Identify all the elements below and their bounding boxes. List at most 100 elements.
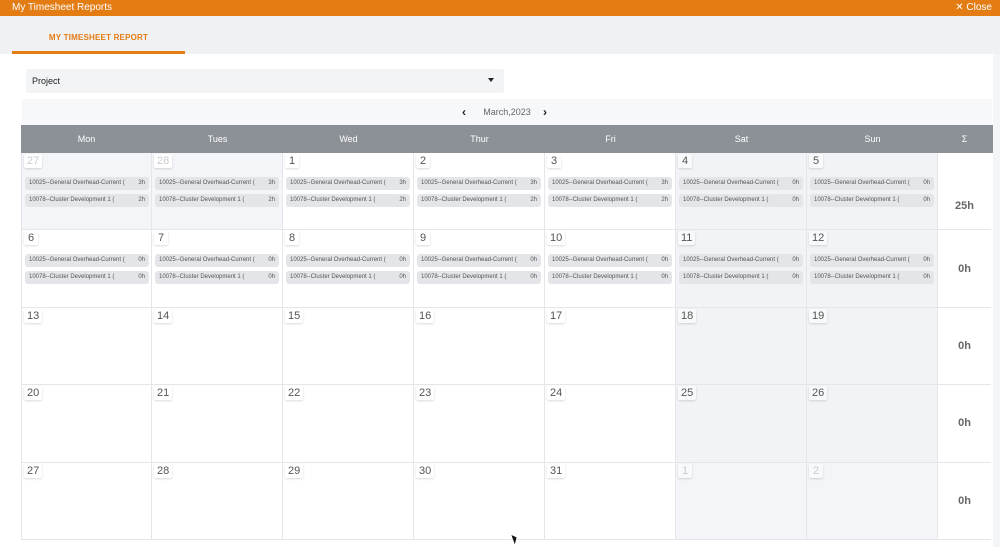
calendar-day-cell[interactable]: 31 (545, 462, 676, 540)
timesheet-entry[interactable]: 10078--Cluster Development 1 (0h (810, 194, 934, 207)
day-number: 12 (809, 231, 828, 246)
timesheet-entry[interactable]: 10025--General Overhead-Current (0h (810, 254, 934, 268)
timesheet-entry[interactable]: 10025--General Overhead-Current (0h (679, 177, 803, 190)
calendar-day-cell[interactable]: 30 (414, 462, 545, 540)
timesheet-entry[interactable]: 10025--General Overhead-Current (0h (155, 254, 279, 268)
timesheet-entry[interactable]: 10025--General Overhead-Current (0h (548, 254, 672, 268)
calendar-day-cell[interactable]: 14 (152, 307, 283, 386)
entry-project-label: 10025--General Overhead-Current ( (421, 180, 517, 186)
entry-hours: 0h (792, 274, 799, 281)
timesheet-entry[interactable]: 10025--General Overhead-Current (0h (417, 254, 541, 268)
calendar-day-cell[interactable]: 18 (676, 307, 807, 386)
entry-project-label: 10025--General Overhead-Current ( (683, 180, 779, 186)
calendar-day-cell[interactable]: 2 (807, 462, 938, 540)
entry-project-label: 10078--Cluster Development 1 ( (159, 274, 245, 281)
day-number: 5 (809, 154, 823, 168)
entry-hours: 0h (399, 257, 406, 264)
calendar-day-cell[interactable]: 25 (676, 385, 807, 463)
timesheet-entry[interactable]: 10078--Cluster Development 1 (2h (417, 194, 541, 207)
calendar-day-cell[interactable]: 7 10025--General Overhead-Current (0h 1007… (152, 230, 283, 308)
calendar-day-cell[interactable]: 27 (21, 462, 152, 540)
calendar-day-cell[interactable]: 22 (283, 385, 414, 463)
timesheet-entry[interactable]: 10078--Cluster Development 1 (2h (25, 194, 149, 207)
calendar-day-cell[interactable]: 23 (414, 385, 545, 463)
week-total: 25h (938, 153, 991, 231)
calendar-day-cell[interactable]: 29 (283, 462, 414, 540)
calendar-day-cell[interactable]: 1 10025--General Overhead-Current (3h 1007… (283, 153, 414, 231)
calendar-day-cell[interactable]: 28 (152, 462, 283, 540)
calendar-day-cell[interactable]: 13 (21, 307, 152, 386)
calendar-day-cell[interactable]: 2 10025--General Overhead-Current (3h 1007… (414, 153, 545, 231)
calendar-day-cell[interactable]: 5 10025--General Overhead-Current (0h 1007… (807, 153, 938, 231)
calendar-day-cell[interactable]: 21 (152, 385, 283, 463)
entry-project-label: 10025--General Overhead-Current ( (29, 257, 125, 264)
day-number: 28 (154, 463, 173, 478)
chevron-left-icon[interactable]: ‹ (462, 99, 466, 125)
timesheet-entry[interactable]: 10078--Cluster Development 1 (0h (417, 271, 541, 285)
calendar-day-cell[interactable]: 15 (283, 307, 414, 386)
calendar-day-cell[interactable]: 1 (676, 462, 807, 540)
weekday-header: Mon (77, 134, 96, 144)
day-number: 6 (24, 231, 38, 246)
calendar-day-cell[interactable]: 24 (545, 385, 676, 463)
timesheet-entry[interactable]: 10078--Cluster Development 1 (0h (548, 271, 672, 285)
calendar-day-cell[interactable]: 12 10025--General Overhead-Current (0h 100… (807, 230, 938, 308)
day-number: 21 (154, 386, 173, 401)
calendar-day-cell[interactable]: 11 10025--General Overhead-Current (0h 100… (676, 230, 807, 308)
calendar-day-cell[interactable]: 27 10025--General Overhead-Current (3h 100… (21, 153, 152, 231)
scrollbar-track[interactable] (993, 54, 1000, 547)
close-button[interactable]: ✕ Close (955, 0, 992, 16)
timesheet-entry[interactable]: 10025--General Overhead-Current (3h (286, 177, 410, 190)
calendar-week-row: 27 28 29 30 31 1 2 0h (21, 462, 993, 540)
calendar-day-cell[interactable]: 20 (21, 385, 152, 463)
calendar-day-cell[interactable]: 17 (545, 307, 676, 386)
timesheet-entry[interactable]: 10078--Cluster Development 1 (2h (155, 194, 279, 207)
timesheet-entry[interactable]: 10078--Cluster Development 1 (2h (286, 194, 410, 207)
day-number: 31 (547, 463, 566, 478)
timesheet-entry[interactable]: 10025--General Overhead-Current (0h (286, 254, 410, 268)
timesheet-entry[interactable]: 10078--Cluster Development 1 (0h (810, 271, 934, 285)
timesheet-entry[interactable]: 10025--General Overhead-Current (3h (25, 177, 149, 190)
calendar-day-cell[interactable]: 8 10025--General Overhead-Current (0h 1007… (283, 230, 414, 308)
project-select[interactable]: Project (26, 69, 504, 93)
timesheet-entry[interactable]: 10078--Cluster Development 1 (0h (25, 271, 149, 285)
calendar-day-cell[interactable]: 26 (807, 385, 938, 463)
timesheet-entry[interactable]: 10078--Cluster Development 1 (0h (679, 271, 803, 285)
timesheet-entry[interactable]: 10025--General Overhead-Current (0h (810, 177, 934, 190)
sum-header: Σ (961, 134, 968, 144)
entry-project-label: 10025--General Overhead-Current ( (290, 180, 386, 186)
day-number: 1 (285, 154, 299, 168)
entry-hours: 0h (792, 257, 799, 264)
day-number: 4 (678, 154, 692, 168)
timesheet-entry[interactable]: 10025--General Overhead-Current ( 3h (155, 177, 279, 190)
day-number: 29 (285, 463, 304, 478)
entry-project-label: 10078--Cluster Development 1 ( (290, 274, 376, 281)
timesheet-entry[interactable]: 10078--Cluster Development 1 (0h (679, 194, 803, 207)
timesheet-entry[interactable]: 10025--General Overhead-Current (0h (679, 254, 803, 268)
timesheet-entry[interactable]: 10025--General Overhead-Current (3h (548, 177, 672, 190)
calendar-day-cell[interactable]: 10 10025--General Overhead-Current (0h 100… (545, 230, 676, 308)
timesheet-entry[interactable]: 10078--Cluster Development 1 (0h (155, 271, 279, 285)
entry-project-label: 10025--General Overhead-Current ( (159, 180, 255, 186)
calendar-day-cell[interactable]: 16 (414, 307, 545, 386)
window-titlebar: My Timesheet Reports ✕ Close (0, 0, 1000, 16)
calendar-day-cell[interactable]: 3 10025--General Overhead-Current (3h 1007… (545, 153, 676, 231)
day-number: 8 (285, 231, 299, 246)
entry-project-label: 10078--Cluster Development 1 ( (159, 197, 245, 203)
calendar-day-cell[interactable]: 4 10025--General Overhead-Current (0h 1007… (676, 153, 807, 231)
calendar-day-cell[interactable]: 6 10025--General Overhead-Current (0h 1007… (21, 230, 152, 308)
timesheet-entry[interactable]: 10078--Cluster Development 1 (0h (286, 271, 410, 285)
calendar-day-cell[interactable]: 19 (807, 307, 938, 386)
entry-project-label: 10078--Cluster Development 1 ( (814, 274, 900, 281)
tab-my-timesheet-report[interactable]: MY TIMESHEET REPORT (12, 16, 185, 54)
chevron-right-icon[interactable]: › (543, 99, 547, 125)
timesheet-entry[interactable]: 10078--Cluster Development 1 (2h (548, 194, 672, 207)
calendar-day-cell[interactable]: 28 10025--General Overhead-Current (3h 100… (152, 153, 283, 231)
day-number: 13 (24, 308, 43, 323)
entry-hours: 3h (268, 180, 275, 186)
calendar-day-cell[interactable]: 9 10025--General Overhead-Current (0h 1007… (414, 230, 545, 308)
entry-hours: 2h (661, 197, 668, 203)
timesheet-entry[interactable]: 10025--General Overhead-Current (0h (25, 254, 149, 268)
entry-hours: 0h (923, 197, 930, 203)
timesheet-entry[interactable]: 10025--General Overhead-Current (3h (417, 177, 541, 190)
